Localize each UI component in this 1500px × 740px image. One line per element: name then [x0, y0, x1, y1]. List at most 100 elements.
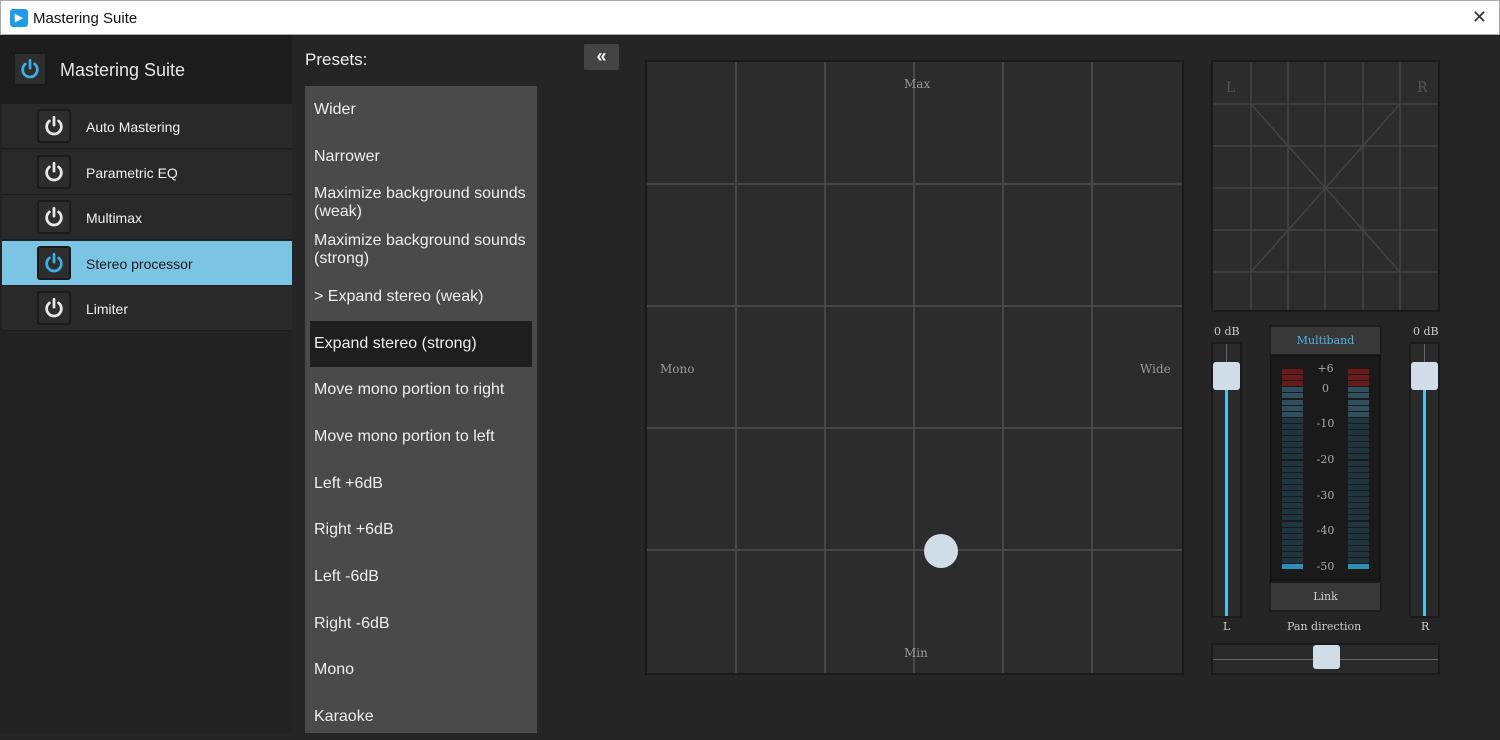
- meter-segment: [1348, 539, 1369, 545]
- meter-segment: [1282, 503, 1303, 509]
- meter-scale-label: -30: [1316, 489, 1335, 502]
- sidebar-item-parametric-eq[interactable]: Parametric EQ: [2, 149, 292, 195]
- sidebar-header: Mastering Suite: [0, 35, 292, 104]
- power-icon[interactable]: [37, 245, 71, 280]
- meter-segment: [1348, 503, 1369, 509]
- close-button[interactable]: ✕: [1472, 7, 1487, 28]
- meter-segment: [1348, 430, 1369, 435]
- meter-segment: [1282, 399, 1303, 405]
- meter-scale-label: -40: [1316, 524, 1335, 537]
- preset-item[interactable]: > Expand stereo (weak): [310, 274, 532, 320]
- left-slider-thumb[interactable]: [1213, 362, 1240, 390]
- sidebar-item-label: Multimax: [86, 210, 143, 226]
- min-label: Min: [904, 646, 928, 660]
- power-icon[interactable]: [37, 109, 71, 143]
- preset-item[interactable]: Move mono portion to right: [310, 367, 532, 413]
- power-icon[interactable]: [37, 291, 71, 325]
- pan-direction-label: Pan direction: [1287, 620, 1362, 633]
- preset-item[interactable]: Left -6dB: [310, 554, 532, 600]
- gonio-left-label: L: [1226, 80, 1236, 96]
- presets-label: Presets:: [305, 50, 368, 69]
- meter-segment: [1348, 472, 1369, 478]
- meter-segment: [1348, 411, 1369, 417]
- meter-segment: [1348, 545, 1369, 551]
- meter-segment: [1348, 375, 1369, 381]
- meter-segment: [1348, 478, 1369, 484]
- meter-segment: [1282, 405, 1303, 411]
- meter-segment: [1282, 478, 1303, 484]
- power-icon[interactable]: [37, 154, 71, 189]
- suite-title: Mastering Suite: [60, 60, 186, 80]
- meter-segment: [1282, 515, 1303, 521]
- power-icon[interactable]: [13, 52, 47, 86]
- meter-segment: [1282, 430, 1303, 435]
- sidebar-item-label: Stereo processor: [86, 255, 193, 272]
- meter-segment: [1348, 442, 1369, 448]
- meter-segment: [1348, 552, 1369, 557]
- meter-scale-label: -10: [1316, 417, 1335, 430]
- sidebar-item-label: Auto Mastering: [86, 119, 181, 135]
- meter-segment: [1348, 515, 1369, 521]
- link-button[interactable]: Link: [1269, 581, 1382, 612]
- title-bar: ▶ Mastering Suite ✕: [0, 0, 1500, 35]
- left-level-slider[interactable]: [1211, 342, 1242, 618]
- sidebar-item-limiter[interactable]: Limiter: [2, 286, 292, 331]
- right-level-slider[interactable]: [1409, 342, 1440, 618]
- stereo-xy-pad[interactable]: Max Min Mono Wide: [645, 60, 1184, 675]
- meter-segment: [1348, 405, 1369, 411]
- sidebar-item-stereo-processor[interactable]: Stereo processor: [2, 240, 292, 286]
- sidebar: Mastering Suite Auto Mastering Parametric…: [0, 35, 292, 733]
- preset-item[interactable]: Expand stereo (strong): [310, 320, 532, 367]
- left-db-readout: 0 dB: [1214, 325, 1240, 338]
- meter-segment: [1282, 545, 1303, 551]
- preset-item[interactable]: Maximize background sounds (weak): [310, 180, 532, 226]
- power-icon[interactable]: [37, 200, 71, 234]
- preset-item[interactable]: Maximize background sounds (strong): [310, 227, 532, 273]
- meter-segment: [1282, 552, 1303, 557]
- left-label: L: [1223, 620, 1231, 633]
- meter-scale-label: +6: [1317, 362, 1334, 375]
- goniometer: L R: [1211, 60, 1440, 312]
- meter-segment: [1348, 466, 1369, 472]
- pan-slider-thumb[interactable]: [1313, 645, 1340, 669]
- preset-item[interactable]: Right -6dB: [310, 601, 532, 647]
- meter-segment: [1282, 472, 1303, 478]
- preset-item[interactable]: Wider: [310, 87, 532, 133]
- pan-direction-slider[interactable]: [1211, 643, 1440, 675]
- meter-segment: [1282, 436, 1303, 442]
- preset-item[interactable]: Mono: [310, 647, 532, 693]
- level-meter: +6 0 -10 -20 -30 -40 -50: [1270, 355, 1381, 581]
- meter-segment: [1282, 509, 1303, 515]
- preset-item[interactable]: Right +6dB: [310, 507, 532, 553]
- multiband-button[interactable]: Multiband: [1269, 325, 1382, 356]
- meter-segment: [1282, 442, 1303, 448]
- preset-item[interactable]: Move mono portion to left: [310, 414, 532, 460]
- preset-item[interactable]: Karaoke: [310, 694, 532, 740]
- right-slider-thumb[interactable]: [1411, 362, 1438, 390]
- window-title: Mastering Suite: [33, 10, 138, 27]
- meter-segment: [1348, 399, 1369, 405]
- preset-list[interactable]: Wider Narrower Maximize background sounds …: [305, 86, 537, 733]
- gonio-right-label: R: [1417, 80, 1428, 96]
- sidebar-item-label: Parametric EQ: [86, 164, 178, 181]
- mono-label: Mono: [660, 362, 695, 376]
- meter-scale-label: -20: [1316, 453, 1335, 466]
- meter-segment: [1348, 509, 1369, 515]
- sidebar-item-auto-mastering[interactable]: Auto Mastering: [2, 104, 292, 149]
- sidebar-item-multimax[interactable]: Multimax: [2, 195, 292, 240]
- preset-item[interactable]: Left +6dB: [310, 461, 532, 507]
- preset-item[interactable]: Narrower: [310, 134, 532, 180]
- meter-segment: [1282, 539, 1303, 545]
- xy-grid: [647, 62, 1182, 673]
- right-label: R: [1421, 620, 1430, 633]
- meter-segment: [1282, 375, 1303, 381]
- max-label: Max: [904, 77, 931, 91]
- app-icon: ▶: [10, 9, 28, 27]
- right-db-readout: 0 dB: [1413, 325, 1439, 338]
- meter-scale-label: 0: [1322, 382, 1329, 395]
- xy-handle[interactable]: [924, 534, 958, 568]
- meter-segment: [1282, 411, 1303, 417]
- meter-segment: [1282, 466, 1303, 472]
- meter-scale-label: -50: [1316, 560, 1335, 573]
- collapse-button[interactable]: «: [584, 44, 619, 70]
